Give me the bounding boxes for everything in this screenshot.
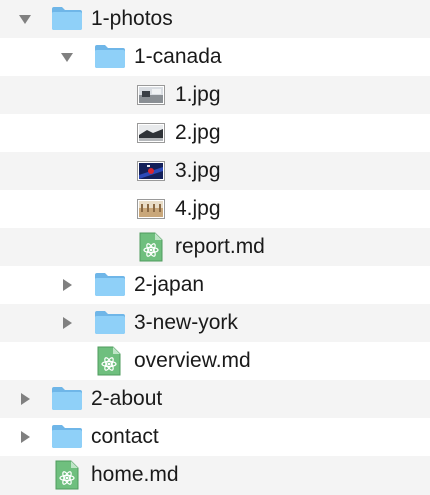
tree-row-2-japan[interactable]: 2-japan [0, 266, 430, 304]
tree-row-overview-md[interactable]: overview.md [0, 342, 430, 380]
tree-row-1-jpg[interactable]: 1.jpg [0, 76, 430, 114]
disclosure-collapsed-icon[interactable] [17, 429, 33, 445]
disclosure-expanded-icon[interactable] [59, 49, 75, 65]
disclosure-collapsed-icon[interactable] [59, 315, 75, 331]
folder-icon [94, 43, 126, 69]
markdown-file-icon [139, 232, 163, 262]
tree-row-label: 1-canada [134, 45, 222, 68]
folder-icon [51, 5, 83, 31]
tree-row-3-new-york[interactable]: 3-new-york [0, 304, 430, 342]
folder-icon [51, 423, 83, 449]
image-thumbnail-icon [137, 199, 165, 219]
image-thumbnail-icon [137, 161, 165, 181]
tree-row-label: 1.jpg [175, 83, 221, 106]
tree-row-label: 2-japan [134, 273, 205, 296]
folder-icon [94, 309, 126, 335]
tree-row-label: 4.jpg [175, 197, 221, 220]
tree-row-contact[interactable]: contact [0, 418, 430, 456]
tree-row-1-canada[interactable]: 1-canada [0, 38, 430, 76]
tree-row-label: home.md [91, 463, 179, 486]
tree-row-1-photos[interactable]: 1-photos [0, 0, 430, 38]
tree-row-label: 3-new-york [134, 311, 238, 334]
disclosure-collapsed-icon[interactable] [17, 391, 33, 407]
disclosure-collapsed-icon[interactable] [59, 277, 75, 293]
tree-row-label: 1-photos [91, 7, 173, 30]
tree-row-label: 3.jpg [175, 159, 221, 182]
folder-icon [94, 271, 126, 297]
tree-row-3-jpg[interactable]: 3.jpg [0, 152, 430, 190]
tree-row-label: overview.md [134, 349, 251, 372]
tree-row-4-jpg[interactable]: 4.jpg [0, 190, 430, 228]
tree-row-2-jpg[interactable]: 2.jpg [0, 114, 430, 152]
tree-row-label: 2.jpg [175, 121, 221, 144]
tree-row-label: contact [91, 425, 159, 448]
tree-row-home-md[interactable]: home.md [0, 456, 430, 495]
markdown-file-icon [97, 346, 121, 376]
image-thumbnail-icon [137, 85, 165, 105]
folder-icon [51, 385, 83, 411]
tree-row-label: 2-about [91, 387, 163, 410]
tree-row-label: report.md [175, 235, 265, 258]
tree-row-report-md[interactable]: report.md [0, 228, 430, 266]
markdown-file-icon [55, 460, 79, 490]
tree-row-2-about[interactable]: 2-about [0, 380, 430, 418]
disclosure-expanded-icon[interactable] [17, 11, 33, 27]
file-tree: 1-photos 1-canada 1.jpg 2.jpg 3.jpg 4.jp… [0, 0, 430, 495]
image-thumbnail-icon [137, 123, 165, 143]
